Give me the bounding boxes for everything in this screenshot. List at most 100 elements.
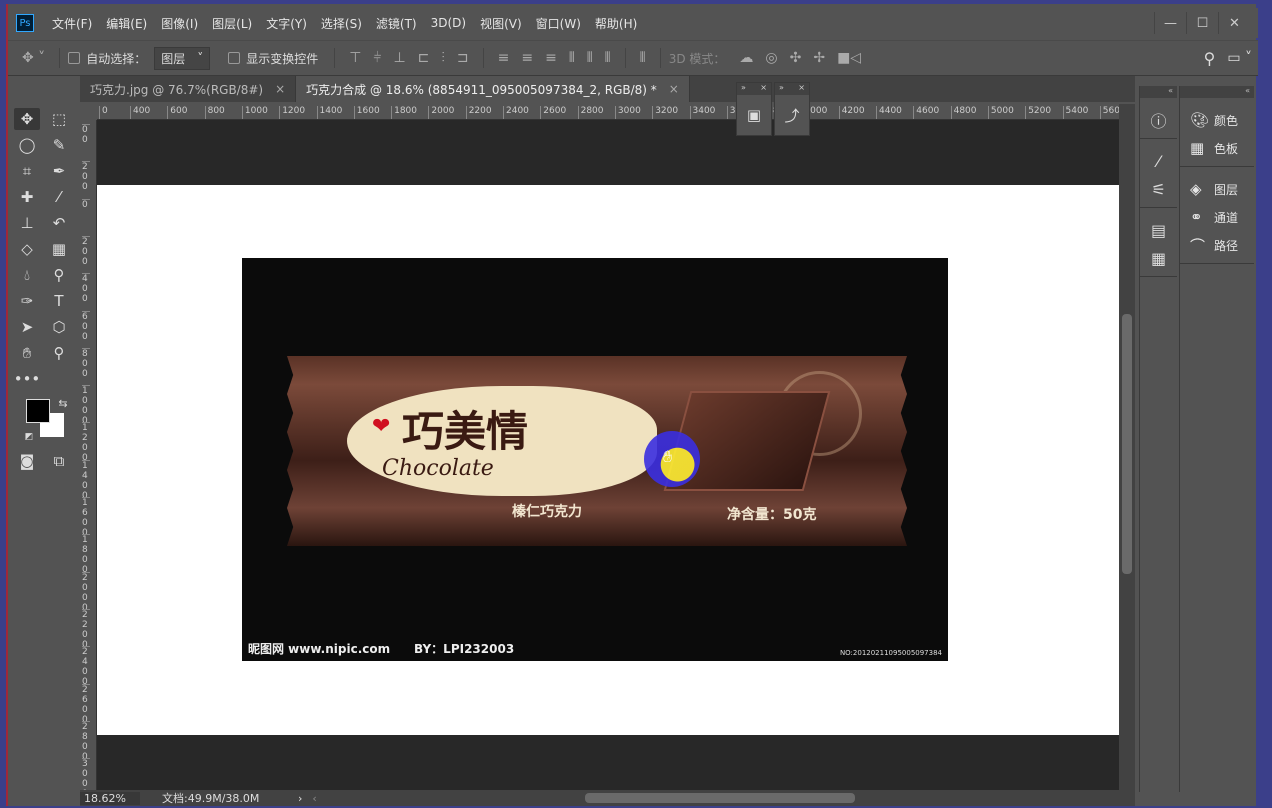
menu-filter[interactable]: 滤镜(T) <box>376 15 417 32</box>
distribute-left-icon[interactable]: ⫴ <box>569 50 575 66</box>
info-icon[interactable]: ⓘ <box>1140 106 1177 134</box>
minimize-button[interactable]: — <box>1154 12 1186 34</box>
auto-select-dropdown[interactable]: 图层 ˅ <box>154 46 211 70</box>
document-canvas[interactable]: 巧美情 ❤ Chocolate 榛仁巧克力 净含量：50克 昵图网 www.ni… <box>97 185 1119 735</box>
menu-window[interactable]: 窗口(W) <box>536 15 581 32</box>
eyedropper-icon[interactable]: ✒ <box>46 160 72 182</box>
3d-panel-icon[interactable]: ▣ <box>737 95 771 135</box>
move-tool-icon[interactable]: ✥ <box>14 108 40 130</box>
eraser-icon[interactable]: ◇ <box>14 238 40 260</box>
screen-mode-icon[interactable]: ⧉ <box>46 450 72 472</box>
zoom-tool-icon[interactable]: ⚲ <box>46 342 72 364</box>
foreground-color-swatch[interactable] <box>26 399 50 423</box>
clone-stamp-icon[interactable]: ⊥ <box>14 212 40 234</box>
menu-type[interactable]: 文字(Y) <box>266 15 307 32</box>
blur-icon[interactable]: 💧︎ <box>14 264 40 286</box>
panel-layers[interactable]: ◈ 图层 <box>1180 175 1254 203</box>
brush-settings-icon[interactable]: ⁄ <box>1140 147 1177 175</box>
menu-select[interactable]: 选择(S) <box>321 15 362 32</box>
panel-channels[interactable]: ⚭ 通道 <box>1180 203 1254 231</box>
panel-paths[interactable]: ⌒ 路径 <box>1180 231 1254 259</box>
quick-select-icon[interactable]: ✎ <box>46 134 72 156</box>
horizontal-ruler[interactable]: 0 400 600 800 1000 1200 1400 1600 1800 2000 2200 24… <box>97 104 1119 120</box>
menu-image[interactable]: 图像(I) <box>161 15 198 32</box>
3d-orbit-icon[interactable]: ☁ <box>739 50 753 66</box>
panel-color[interactable]: 🎨︎ 颜色 <box>1180 106 1254 134</box>
quick-mask-icon[interactable]: ◙ <box>14 450 40 472</box>
close-tab-icon[interactable]: × <box>275 82 285 96</box>
floating-panel-history[interactable]: » × ⤴ <box>774 82 810 136</box>
type-tool-icon[interactable]: T <box>46 290 72 312</box>
brush-tool-icon[interactable]: ⁄ <box>46 186 72 208</box>
workspace-icon[interactable]: ▭ ˅ <box>1227 50 1252 66</box>
adjustments-icon[interactable]: ⚟ <box>1140 175 1177 203</box>
notes-icon[interactable]: ▦ <box>1140 244 1177 272</box>
align-top-icon[interactable]: ⊤ <box>349 50 361 66</box>
menu-help[interactable]: 帮助(H) <box>595 15 637 32</box>
3d-camera-icon[interactable]: ■◁ <box>837 50 861 66</box>
vertical-ruler[interactable]: 00 200 0 200 400 600 800 1000 1200 1400 1600 1800 20… <box>80 120 97 792</box>
marquee-tool-icon[interactable]: ⬚ <box>46 108 72 130</box>
status-menu-icon[interactable]: › <box>298 792 302 805</box>
show-transform-checkbox[interactable] <box>228 52 241 64</box>
3d-roll-icon[interactable]: ◎ <box>765 50 777 66</box>
auto-align-icon[interactable]: ⦀ <box>640 50 646 66</box>
distribute-vcenter-icon[interactable]: ≡ <box>521 50 533 66</box>
move-tool-icon[interactable]: ✥ ˅ <box>22 50 45 66</box>
hand-tool-icon[interactable]: ✋︎ <box>14 342 40 364</box>
more-tools-icon[interactable]: ••• <box>14 368 41 390</box>
ruler-origin[interactable] <box>80 104 97 120</box>
history-panel-icon[interactable]: ⤴ <box>775 95 809 135</box>
crop-tool-icon[interactable]: ⌗ <box>14 160 40 182</box>
close-icon[interactable]: × <box>798 83 805 95</box>
canvas-area[interactable]: 巧美情 ❤ Chocolate 榛仁巧克力 净含量：50克 昵图网 www.ni… <box>97 120 1119 792</box>
horizontal-scroll-thumb[interactable] <box>585 793 855 803</box>
default-colors-icon[interactable]: ◩ <box>16 426 42 448</box>
menu-edit[interactable]: 编辑(E) <box>106 15 147 32</box>
expand-icon[interactable]: » <box>779 83 784 95</box>
align-vcenter-icon[interactable]: ⫩ <box>373 50 381 66</box>
close-icon[interactable]: × <box>760 83 767 95</box>
path-select-icon[interactable]: ➤ <box>14 316 40 338</box>
vertical-scrollbar[interactable] <box>1119 104 1135 792</box>
tab-chocolate-composite[interactable]: 巧克力合成 @ 18.6% (8854911_095005097384_2, R… <box>296 76 690 102</box>
shape-tool-icon[interactable]: ⬡ <box>46 316 72 338</box>
auto-select-checkbox[interactable] <box>68 52 81 64</box>
distribute-bottom-icon[interactable]: ≡ <box>545 50 557 66</box>
close-tab-icon[interactable]: × <box>669 82 679 96</box>
properties-icon[interactable]: ▤ <box>1140 216 1177 244</box>
distribute-top-icon[interactable]: ≡ <box>498 50 510 66</box>
menu-layer[interactable]: 图层(L) <box>212 15 252 32</box>
tab-chocolate-jpg[interactable]: 巧克力.jpg @ 76.7%(RGB/8#) × <box>80 76 297 102</box>
distribute-right-icon[interactable]: ⫴ <box>605 50 611 66</box>
gradient-icon[interactable]: ▦ <box>46 238 72 260</box>
dodge-icon[interactable]: ⚲ <box>46 264 72 286</box>
align-hcenter-icon[interactable]: ⫶ <box>441 50 445 66</box>
align-right-icon[interactable]: ⊐ <box>457 50 469 66</box>
zoom-level[interactable]: 18.62% <box>80 791 140 805</box>
scroll-left-icon[interactable]: ‹ <box>312 792 316 805</box>
panel-swatches[interactable]: ▦ 色板 <box>1180 134 1254 162</box>
distribute-hcenter-icon[interactable]: ⫴ <box>587 50 593 66</box>
menu-3d[interactable]: 3D(D) <box>431 16 466 30</box>
maximize-button[interactable]: ☐ <box>1186 12 1218 34</box>
search-icon[interactable]: ⚲ <box>1204 49 1216 68</box>
3d-slide-icon[interactable]: ✢ <box>813 50 825 66</box>
align-left-icon[interactable]: ⊏ <box>418 50 430 66</box>
scroll-thumb[interactable] <box>1122 314 1132 574</box>
pen-tool-icon[interactable]: ✑ <box>14 290 40 312</box>
collapse-icon[interactable]: « <box>1180 86 1254 98</box>
chocolate-image-layer[interactable]: 巧美情 ❤ Chocolate 榛仁巧克力 净含量：50克 昵图网 www.ni… <box>242 258 948 661</box>
align-bottom-icon[interactable]: ⊥ <box>393 50 405 66</box>
lasso-tool-icon[interactable]: ◯ <box>14 134 40 156</box>
history-brush-icon[interactable]: ↶ <box>46 212 72 234</box>
close-button[interactable]: ✕ <box>1218 12 1250 34</box>
3d-pan-icon[interactable]: ✣ <box>790 50 802 66</box>
healing-brush-icon[interactable]: ✚ <box>14 186 40 208</box>
collapse-icon[interactable]: « <box>1140 86 1177 98</box>
swap-colors-icon[interactable]: ⇆ <box>50 392 76 414</box>
menu-view[interactable]: 视图(V) <box>480 15 522 32</box>
menu-file[interactable]: 文件(F) <box>52 15 92 32</box>
floating-panel-3d[interactable]: » × ▣ <box>736 82 772 136</box>
expand-icon[interactable]: » <box>741 83 746 95</box>
